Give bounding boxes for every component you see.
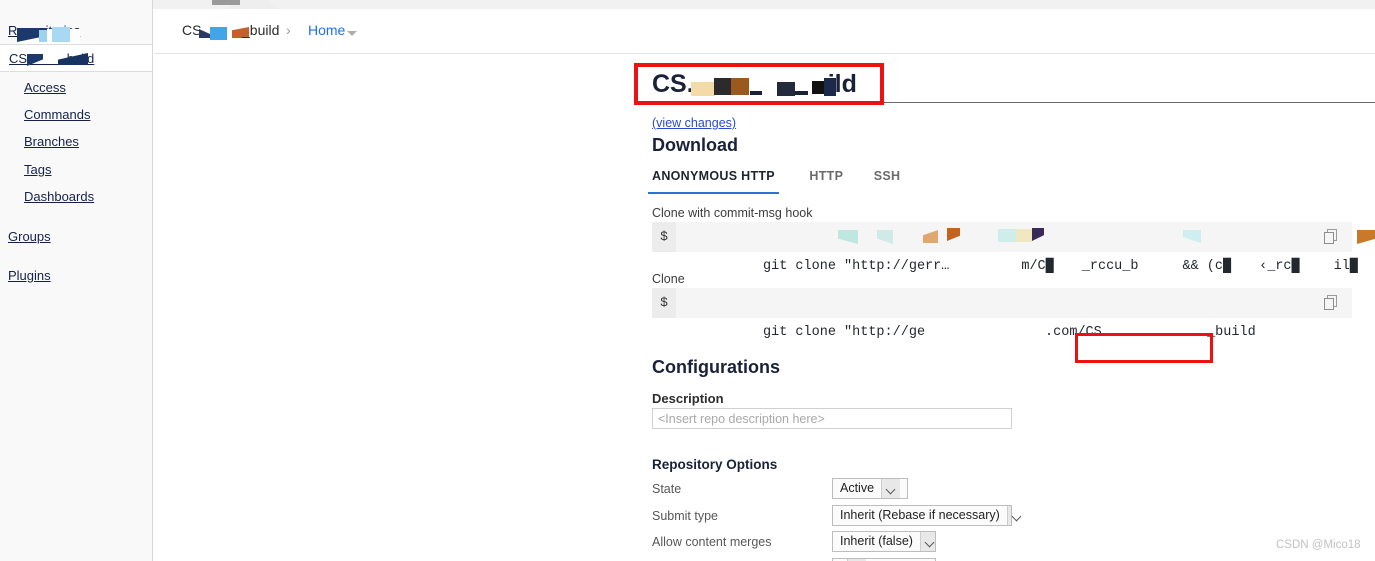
redaction-mark-dark-1 — [714, 78, 732, 95]
chevron-down-icon-submit-type[interactable] — [1006, 506, 1011, 525]
clone-hook-cmd-4: && (c█ — [1182, 259, 1232, 274]
sidebar-item-plugins[interactable]: Plugins — [8, 268, 51, 283]
option-label-content-merges: Allow content merges — [652, 535, 772, 549]
clone-hook-cmd-6: il█ — [1333, 259, 1358, 274]
top-strip — [153, 0, 1375, 9]
tab-http[interactable]: HTTP — [809, 169, 843, 192]
chevron-down-icon[interactable] — [347, 31, 357, 36]
clone-command: git clone "http://ge .com/CS. _build — [682, 288, 1256, 340]
breadcrumb-home-link[interactable]: Home — [308, 22, 345, 38]
clone-label: Clone — [652, 272, 685, 286]
title-divider-rule — [879, 102, 1375, 103]
shell-prompt-2: $ — [652, 288, 676, 318]
clone-cmd-prefix: git clone "http://ge — [763, 325, 926, 340]
sidebar-item-branches[interactable]: Branches — [24, 134, 79, 149]
shell-prompt-1: $ — [652, 222, 676, 252]
state-select-value: Active — [840, 481, 875, 495]
redaction-mark-cream-2 — [1016, 229, 1032, 242]
configurations-heading: Configurations — [652, 357, 780, 377]
clone-hook-cmd-2: m/C█ — [1021, 259, 1054, 274]
description-input[interactable] — [652, 408, 1012, 429]
description-label: Description — [652, 391, 724, 406]
tab-anonymous-http[interactable]: ANONYMOUS HTTP — [648, 169, 779, 194]
tooltip-nub-accent — [212, 0, 240, 5]
breadcrumb: CS _build › Home — [154, 9, 1375, 54]
redaction-mark-lightblue-1 — [52, 27, 70, 42]
option-label-state: State — [652, 482, 682, 496]
copy-to-clipboard-icon-1[interactable] — [1324, 229, 1340, 245]
redaction-mark-dark-3 — [812, 81, 824, 94]
clone-hook-cmd-3: _rccu_b — [1081, 259, 1139, 274]
breadcrumb-separator: › — [286, 22, 291, 38]
sidebar-item-dashboards[interactable]: Dashboards — [24, 189, 94, 204]
redaction-mark-lightblue-2 — [39, 30, 47, 42]
redaction-mark-navy-4 — [199, 29, 210, 38]
sidebar-item-commands[interactable]: Commands — [24, 107, 90, 122]
breadcrumb-repo-suffix[interactable]: _build — [242, 22, 279, 38]
redaction-mark-navy-5 — [824, 78, 836, 96]
clone-cmd-domain: .com — [1045, 325, 1078, 340]
redaction-mark-tan — [691, 82, 715, 96]
state-select[interactable]: Active — [832, 478, 908, 499]
submit-type-select[interactable]: Inherit (Rebase if necessary) — [832, 505, 1012, 526]
sidebar-item-access[interactable]: Access — [24, 80, 66, 95]
chevron-down-icon-state[interactable] — [881, 479, 901, 498]
chevron-down-icon-content-merges[interactable] — [919, 532, 935, 551]
page-title-prefix: CS. — [652, 70, 694, 98]
download-tabs: ANONYMOUS HTTP HTTP SSH — [648, 169, 926, 194]
download-heading: Download — [652, 135, 738, 155]
breadcrumb-repo-prefix[interactable]: CS — [182, 22, 201, 38]
repository-options-heading: Repository Options — [652, 457, 778, 472]
clone-box[interactable]: $ git clone "http://ge .com/CS. _build — [652, 288, 1352, 340]
gerrit-repo-settings-page: Repositories CS build Access Commands Br… — [0, 0, 1375, 561]
sidebar: Repositories CS build Access Commands Br… — [0, 0, 153, 561]
redaction-mark-underscore-2 — [795, 91, 808, 95]
redaction-mark-dark-2 — [777, 82, 795, 96]
content-merges-select[interactable]: Inherit (false) — [832, 531, 936, 552]
clone-cmd-repo: /CS. _build — [1077, 325, 1256, 340]
copy-to-clipboard-icon-2[interactable] — [1324, 295, 1340, 311]
main-area: CS _build › Home CS. ild (view changes) … — [154, 9, 1375, 561]
submit-type-select-value: Inherit (Rebase if necessary) — [840, 508, 1000, 522]
sidebar-item-tags[interactable]: Tags — [24, 162, 51, 177]
view-changes-link[interactable]: (view changes) — [652, 116, 736, 130]
redaction-mark-blue-square — [210, 27, 227, 40]
clone-hook-cmd-5: ‹_rc█ — [1259, 259, 1300, 274]
option-label-submit-type: Submit type — [652, 509, 719, 523]
sidebar-item-groups[interactable]: Groups — [8, 229, 51, 244]
clone-hook-label: Clone with commit-msg hook — [652, 206, 813, 220]
tab-ssh[interactable]: SSH — [874, 169, 901, 192]
watermark: CSDN @Mico18 — [1276, 539, 1361, 551]
redaction-mark-brown — [731, 78, 749, 95]
content-merges-select-value: Inherit (false) — [840, 534, 913, 548]
redaction-mark-cream-1 — [998, 229, 1018, 242]
clone-hook-cmd-1: git clone "http://gerr… — [763, 259, 950, 274]
redaction-mark-underscore-1 — [750, 91, 762, 95]
